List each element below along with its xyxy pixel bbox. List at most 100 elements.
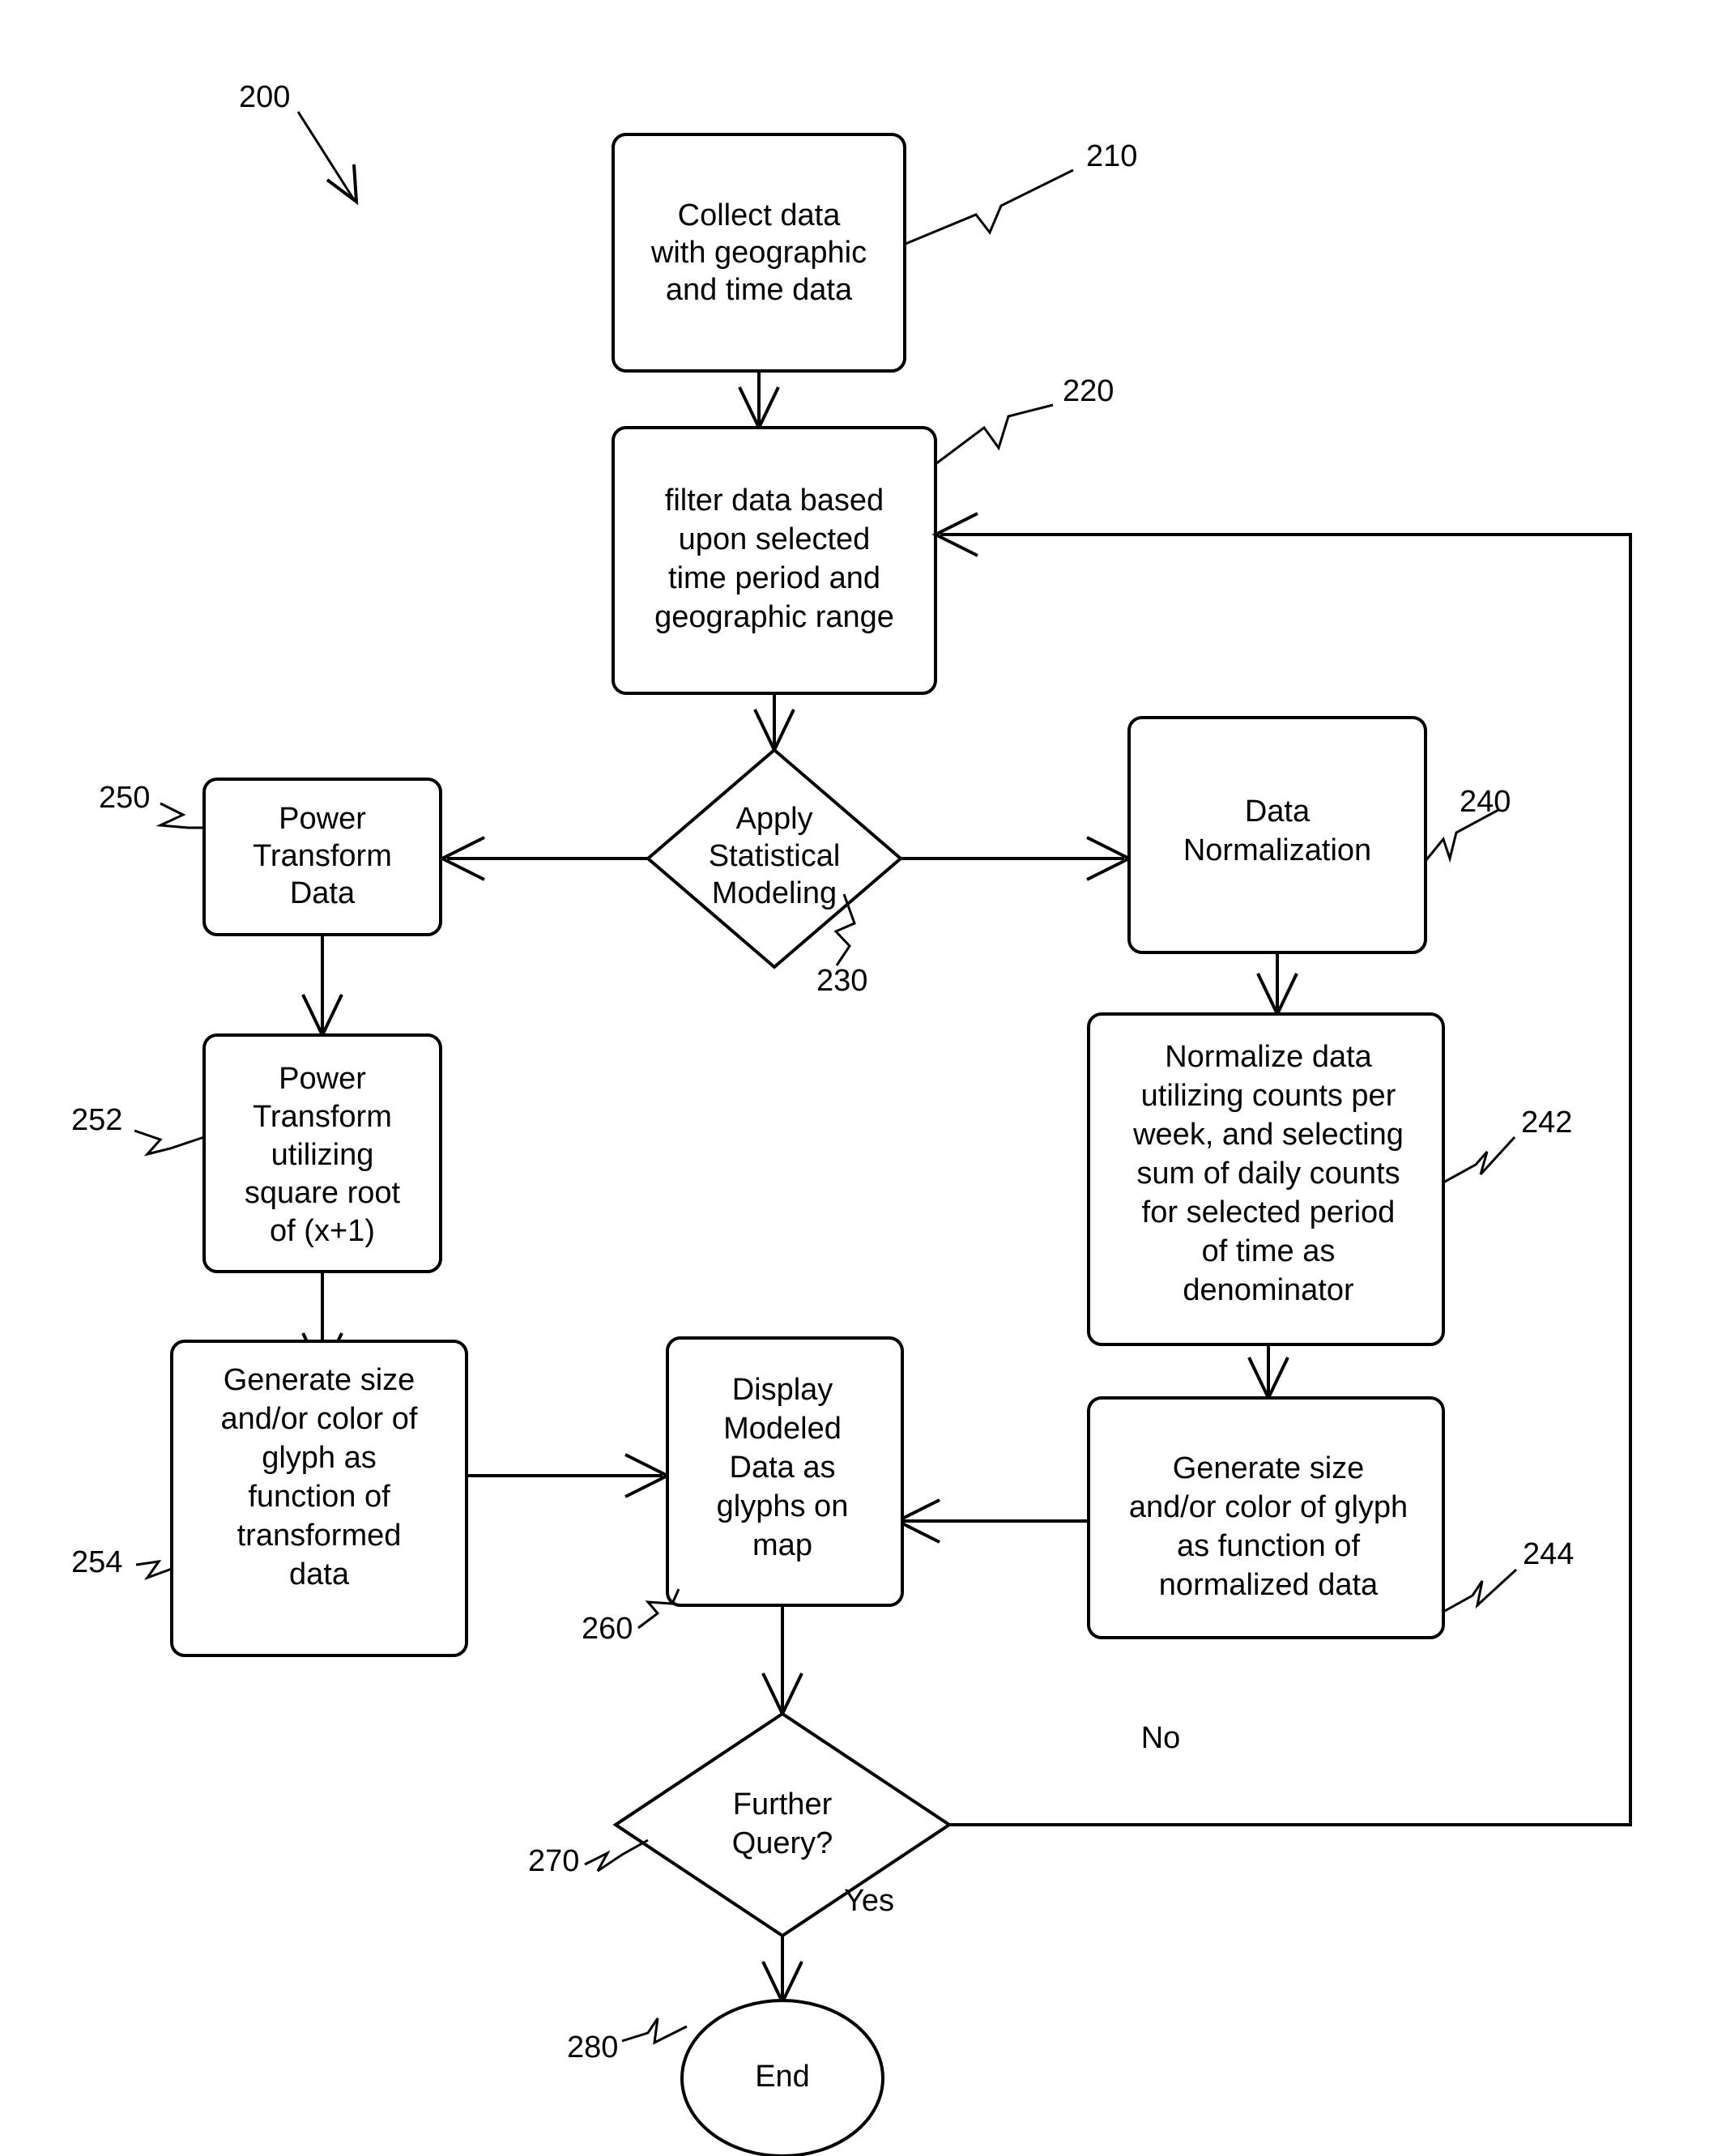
node-display-modeled-data-line-4: map — [752, 1528, 812, 1562]
reference-242-label: 242 — [1521, 1106, 1572, 1140]
node-filter-data-line-1: upon selected — [679, 522, 871, 556]
edge-display-to-further-query — [761, 1605, 803, 1718]
reference-260: 260 — [582, 1588, 680, 1646]
node-apply-statistical-modeling-line-2: Modeling — [712, 876, 837, 910]
node-data-normalization-line-0: Data — [1245, 795, 1311, 829]
node-display-modeled-data-line-1: Modeled — [723, 1412, 842, 1446]
node-display-modeled-data-line-0: Display — [732, 1373, 833, 1407]
reference-260-label: 260 — [582, 1612, 633, 1646]
node-generate-normalized-glyph-line-0: Generate size — [1173, 1451, 1365, 1485]
reference-242-leader — [1443, 1136, 1516, 1184]
reference-250-leader — [156, 802, 204, 829]
node-power-transform-sqrt-line-4: of (x+1) — [270, 1214, 375, 1248]
node-end-line-0: End — [755, 2060, 810, 2094]
node-power-transform-sqrt-line-0: Power — [279, 1062, 366, 1096]
node-power-transform-data-line-0: Power — [279, 802, 366, 836]
reference-270-label: 270 — [528, 1844, 579, 1878]
reference-280: 280 — [567, 2018, 688, 2064]
edge-decision-to-data-normalization — [901, 836, 1133, 881]
reference-242: 242 — [1443, 1106, 1572, 1184]
node-filter-data-line-0: filter data based — [665, 484, 884, 518]
edge-collect-to-filter — [738, 371, 780, 432]
edge-decision-to-power-transform — [438, 836, 648, 881]
reference-210-leader — [905, 168, 1074, 245]
node-generate-normalized-glyph-line-2: as function of — [1177, 1529, 1360, 1563]
edge-normalized-to-display — [893, 1498, 1089, 1544]
reference-254-leader — [135, 1555, 173, 1581]
edge-label-no: No — [1141, 1721, 1181, 1755]
node-normalize-data[interactable]: Normalize data utilizing counts per week… — [1087, 1012, 1445, 1346]
node-further-query-line-1: Query? — [732, 1826, 833, 1860]
reference-244-label: 244 — [1523, 1537, 1574, 1571]
reference-250: 250 — [99, 781, 204, 829]
reference-220: 220 — [935, 374, 1114, 466]
node-power-transform-data[interactable]: Power Transform Data — [202, 778, 442, 936]
reference-280-leader — [621, 2018, 688, 2045]
reference-270-leader — [584, 1839, 649, 1873]
reference-252-label: 252 — [71, 1103, 122, 1137]
node-further-query[interactable]: Further Query? — [612, 1711, 953, 1938]
node-generate-normalized-glyph-line-3: normalized data — [1159, 1568, 1379, 1602]
edge-label-yes: Yes — [844, 1884, 894, 1918]
node-power-transform-sqrt-line-3: square root — [245, 1176, 401, 1210]
reference-280-label: 280 — [567, 2030, 618, 2064]
node-normalize-data-line-6: denominator — [1183, 1273, 1354, 1307]
node-power-transform-data-line-1: Transform — [253, 839, 392, 873]
reference-254-label: 254 — [71, 1545, 122, 1579]
flowchart-canvas: 200 Collect data with geographic and tim… — [0, 0, 1709, 2156]
node-data-normalization[interactable]: Data Normalization — [1127, 716, 1427, 954]
figure-leader-line — [296, 111, 355, 199]
node-display-modeled-data-line-3: glyphs on — [717, 1489, 849, 1523]
node-generate-transformed-glyph[interactable]: Generate size and/or color of glyph as f… — [170, 1340, 468, 1657]
node-further-query-line-0: Further — [733, 1787, 833, 1822]
reference-252-leader — [134, 1129, 205, 1157]
node-power-transform-sqrt[interactable]: Power Transform utilizing square root of… — [202, 1033, 442, 1273]
node-collect-data[interactable]: Collect data with geographic and time da… — [612, 133, 906, 373]
node-filter-data-shape[interactable] — [612, 426, 937, 695]
node-normalize-data-line-2: week, and selecting — [1132, 1118, 1404, 1152]
node-collect-data-line-2: and time data — [666, 273, 853, 307]
edge-power-transform-to-sqrt — [301, 935, 343, 1039]
edge-normalization-to-normalize — [1256, 952, 1298, 1018]
node-generate-transformed-glyph-line-4: transformed — [237, 1519, 402, 1553]
node-apply-statistical-modeling-line-1: Statistical — [709, 839, 841, 873]
reference-230-label: 230 — [816, 964, 867, 998]
node-filter-data-line-3: geographic range — [654, 600, 894, 634]
node-power-transform-data-line-2: Data — [290, 876, 356, 910]
node-collect-data-line-0: Collect data — [678, 198, 842, 232]
node-generate-transformed-glyph-line-0: Generate size — [224, 1363, 416, 1397]
node-generate-transformed-glyph-line-3: function of — [248, 1480, 390, 1514]
node-generate-transformed-glyph-line-5: data — [289, 1557, 350, 1591]
node-further-query-shape[interactable] — [612, 1711, 953, 1938]
reference-254: 254 — [71, 1545, 173, 1581]
figure-reference-200: 200 — [239, 80, 359, 206]
reference-220-leader — [935, 403, 1054, 466]
node-generate-normalized-glyph-line-1: and/or color of glyph — [1129, 1490, 1408, 1524]
node-normalize-data-line-0: Normalize data — [1165, 1040, 1372, 1074]
reference-240: 240 — [1424, 785, 1511, 863]
node-end[interactable]: End — [680, 1999, 884, 2156]
node-apply-statistical-modeling[interactable]: Apply Statistical Modeling — [645, 748, 904, 969]
reference-210-label: 210 — [1086, 139, 1137, 173]
node-data-normalization-line-1: Normalization — [1183, 833, 1371, 867]
figure-ref-label: 200 — [239, 80, 290, 114]
flowchart-svg: 200 Collect data with geographic and tim… — [71, 80, 1632, 2156]
reference-244-leader — [1443, 1568, 1518, 1613]
edge-transformed-to-display — [467, 1453, 671, 1498]
reference-220-label: 220 — [1063, 374, 1114, 408]
reference-210: 210 — [905, 139, 1137, 245]
reference-270: 270 — [528, 1839, 649, 1878]
node-apply-statistical-modeling-line-0: Apply — [735, 802, 812, 836]
node-generate-transformed-glyph-line-1: and/or color of — [221, 1402, 418, 1436]
reference-250-label: 250 — [99, 781, 150, 815]
node-collect-data-line-1: with geographic — [650, 236, 867, 270]
node-normalize-data-line-4: for selected period — [1142, 1195, 1396, 1229]
edge-filter-to-decision — [753, 693, 795, 754]
node-filter-data[interactable]: filter data based upon selected time per… — [612, 426, 937, 695]
node-normalize-data-line-5: of time as — [1202, 1234, 1336, 1268]
node-generate-normalized-glyph[interactable]: Generate size and/or color of glyph as f… — [1087, 1396, 1445, 1639]
node-power-transform-sqrt-line-1: Transform — [253, 1100, 392, 1134]
node-display-modeled-data[interactable]: Display Modeled Data as glyphs on map — [666, 1336, 904, 1607]
reference-240-label: 240 — [1460, 785, 1511, 819]
node-generate-transformed-glyph-line-2: glyph as — [262, 1441, 377, 1475]
